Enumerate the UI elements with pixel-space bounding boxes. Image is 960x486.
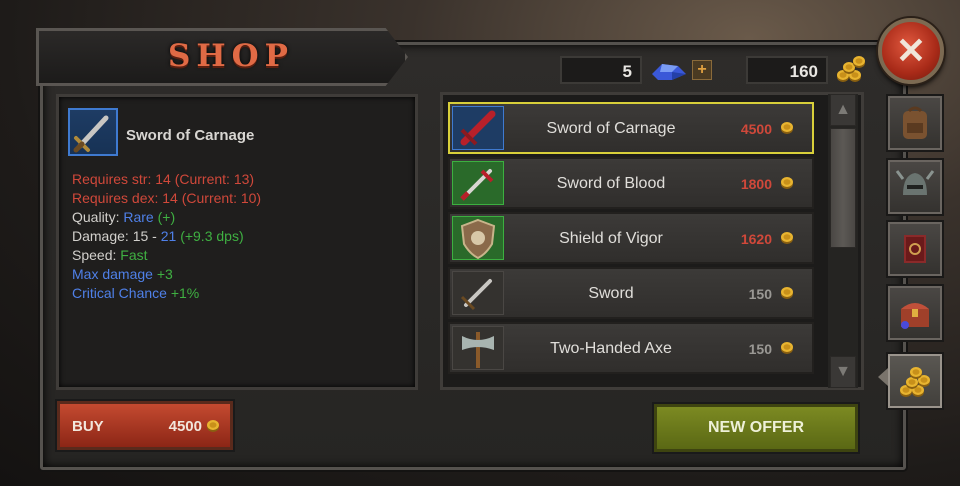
- list-item[interactable]: Sword of Carnage 4500: [448, 102, 814, 154]
- tab-armor[interactable]: [888, 160, 942, 214]
- tab-spells[interactable]: [888, 222, 942, 276]
- list-item[interactable]: Sword of Blood 1800: [448, 157, 814, 209]
- stat-critical-chance: Critical Chance +1%: [72, 285, 200, 301]
- scroll-up-arrow-icon[interactable]: ▲: [830, 94, 856, 126]
- backpack-icon: [903, 106, 927, 139]
- item-name: Two-Handed Axe: [550, 340, 672, 357]
- spellbook-icon: [904, 235, 926, 263]
- coin-icon: [781, 122, 793, 134]
- item-price: 150: [748, 286, 772, 302]
- item-price: 150: [748, 341, 772, 357]
- axe-icon: [452, 326, 504, 370]
- gems-count: 5: [560, 56, 642, 84]
- buy-price: 4500: [168, 418, 202, 435]
- stat-damage: Damage: 15 - 21 (+9.3 dps): [72, 228, 244, 244]
- coin-icon: [781, 177, 793, 189]
- list-item[interactable]: Sword 150: [448, 267, 814, 319]
- coin-icon: [207, 420, 219, 432]
- close-button[interactable]: ✕: [878, 18, 944, 84]
- item-price: 1800: [740, 176, 772, 192]
- selected-item-name: Sword of Carnage: [126, 127, 255, 144]
- stat-quality: Quality: Rare (+): [72, 209, 176, 225]
- list-item[interactable]: Shield of Vigor 1620: [448, 212, 814, 264]
- item-name: Sword of Carnage: [546, 120, 676, 137]
- item-price: 1620: [740, 231, 772, 247]
- tab-backpack[interactable]: [888, 96, 942, 150]
- list-item[interactable]: Two-Handed Axe 150: [448, 322, 814, 374]
- active-tab-pointer: [878, 368, 888, 386]
- stat-max-damage: Max damage +3: [72, 266, 173, 282]
- blood-sword-icon: [452, 161, 504, 205]
- treasure-chest-icon: [901, 303, 929, 329]
- coin-icon: [781, 287, 793, 299]
- scrollbar-thumb[interactable]: [830, 128, 856, 248]
- page-title: SHOP: [168, 38, 294, 74]
- gold-coins-icon: [837, 56, 865, 82]
- item-name: Sword: [588, 285, 634, 302]
- buy-button[interactable]: BUY 4500: [57, 401, 233, 450]
- sword-icon: [452, 271, 504, 315]
- item-name: Shield of Vigor: [559, 230, 663, 247]
- blue-gem-icon: [652, 64, 686, 80]
- coin-icon: [781, 232, 793, 244]
- scroll-down-arrow-icon[interactable]: ▼: [830, 356, 856, 388]
- item-name: Sword of Blood: [556, 175, 666, 192]
- gold-count: 160: [746, 56, 828, 84]
- tab-chest[interactable]: [888, 286, 942, 340]
- stat-str-requirement: Requires str: 14 (Current: 13): [72, 171, 255, 187]
- tab-shop[interactable]: [888, 354, 942, 408]
- new-offer-button[interactable]: NEW OFFER: [654, 404, 858, 452]
- selected-item-icon: [68, 108, 118, 156]
- item-price: 4500: [740, 121, 772, 137]
- add-gems-button[interactable]: +: [692, 60, 712, 80]
- gold-pile-icon: [900, 367, 930, 397]
- stat-speed: Speed: Fast: [72, 247, 148, 263]
- item-stats: Requires str: 14 (Current: 13) Requires …: [72, 170, 261, 303]
- sword-icon: [73, 115, 109, 153]
- coin-icon: [781, 342, 793, 354]
- red-sword-icon: [452, 106, 504, 150]
- shield-icon: [452, 216, 504, 260]
- buy-label: BUY: [72, 418, 104, 435]
- helmet-icon: [895, 170, 935, 195]
- stat-dex-requirement: Requires dex: 14 (Current: 10): [72, 190, 262, 206]
